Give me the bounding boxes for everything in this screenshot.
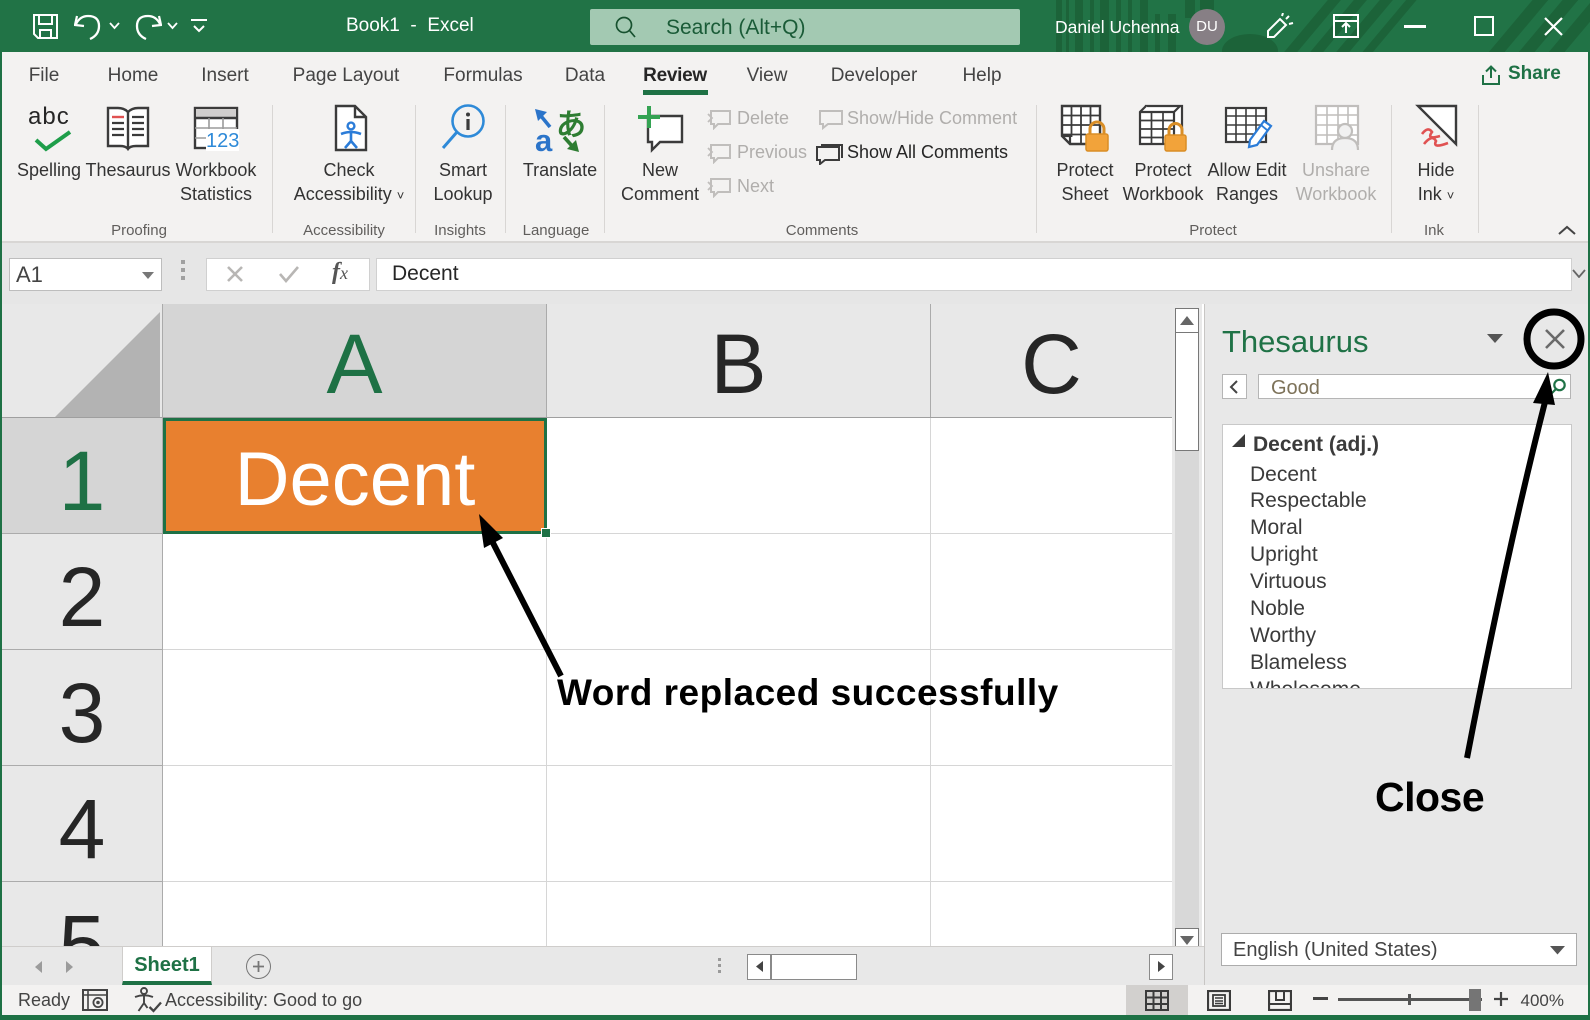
- svg-text:123: 123: [206, 130, 239, 152]
- svg-text:あ: あ: [556, 109, 584, 142]
- svg-text:a: a: [535, 123, 553, 152]
